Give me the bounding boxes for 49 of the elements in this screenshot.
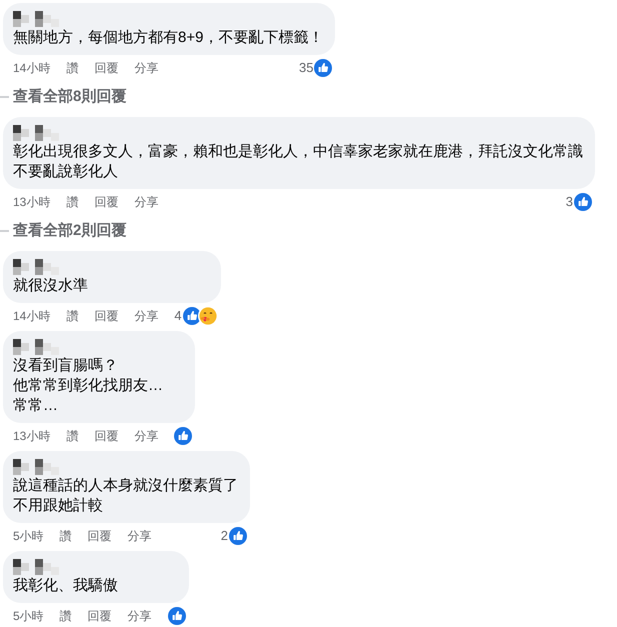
like-link[interactable]: 讚 bbox=[60, 528, 72, 544]
thumbs-up-reaction-icon bbox=[168, 607, 186, 625]
comment-time[interactable]: 13小時 bbox=[13, 194, 50, 210]
comment-time[interactable]: 5小時 bbox=[13, 608, 44, 624]
comment-time[interactable]: 14小時 bbox=[13, 60, 50, 76]
share-link[interactable]: 分享 bbox=[134, 428, 158, 444]
like-link[interactable]: 讚 bbox=[66, 428, 78, 444]
hugging-face-reaction-icon bbox=[198, 306, 218, 326]
like-link[interactable]: 讚 bbox=[66, 194, 78, 210]
comment-time[interactable]: 14小時 bbox=[13, 308, 50, 324]
view-replies-link[interactable]: 查看全部8則回覆 bbox=[13, 87, 126, 107]
share-link[interactable]: 分享 bbox=[134, 308, 158, 324]
reply-link[interactable]: 回覆 bbox=[88, 608, 112, 624]
thumbs-up-reaction-icon bbox=[174, 427, 192, 445]
reaction-count[interactable]: 4 bbox=[174, 308, 182, 324]
pixelated-name-icon bbox=[13, 339, 59, 355]
like-link[interactable]: 讚 bbox=[66, 60, 78, 76]
thumbs-up-reaction-icon bbox=[182, 307, 201, 325]
share-link[interactable]: 分享 bbox=[128, 608, 152, 624]
comment-text: 無關地方，每個地方都有8+9，不要亂下標籤！ bbox=[13, 28, 324, 48]
reply-link[interactable]: 回覆 bbox=[94, 60, 118, 76]
pixelated-name-icon bbox=[13, 459, 59, 475]
comment-text: 彰化出現很多文人，富豪，賴和也是彰化人，中信辜家老家就在鹿港，拜託沒文化常識 不要亂說彰化人 bbox=[13, 142, 583, 182]
pixelated-name-icon bbox=[13, 559, 59, 575]
thumbs-up-reaction-icon bbox=[229, 527, 247, 545]
share-link[interactable]: 分享 bbox=[128, 528, 152, 544]
pixelated-name-icon bbox=[13, 125, 59, 141]
like-link[interactable]: 讚 bbox=[60, 608, 72, 624]
thumbs-up-reaction-icon bbox=[314, 59, 332, 77]
reply-link[interactable]: 回覆 bbox=[94, 428, 118, 444]
comment-time[interactable]: 13小時 bbox=[13, 428, 50, 444]
pixelated-name-icon bbox=[13, 11, 59, 27]
share-link[interactable]: 分享 bbox=[134, 60, 158, 76]
reaction-count[interactable]: 3 bbox=[566, 194, 573, 210]
comment-time[interactable]: 5小時 bbox=[13, 528, 44, 544]
comment-text: 說這種話的人本身就沒什麼素質了 不用跟她計較 bbox=[13, 476, 238, 516]
like-link[interactable]: 讚 bbox=[66, 308, 78, 324]
reaction-count[interactable]: 35 bbox=[298, 60, 314, 76]
comment-text: 就很沒水準 bbox=[13, 276, 88, 296]
comment-text: 我彰化、我驕傲 bbox=[13, 576, 118, 596]
pixelated-name-icon bbox=[13, 259, 59, 275]
view-replies-link[interactable]: 查看全部2則回覆 bbox=[13, 221, 126, 241]
reply-link[interactable]: 回覆 bbox=[94, 308, 118, 324]
reaction-count[interactable]: 2 bbox=[220, 528, 228, 544]
reply-link[interactable]: 回覆 bbox=[88, 528, 112, 544]
thumbs-up-reaction-icon bbox=[574, 193, 592, 211]
share-link[interactable]: 分享 bbox=[134, 194, 158, 210]
comment-text: 沒看到盲腸嗎？ 他常常到彰化找朋友… 常常… bbox=[13, 356, 163, 416]
reply-link[interactable]: 回覆 bbox=[94, 194, 118, 210]
